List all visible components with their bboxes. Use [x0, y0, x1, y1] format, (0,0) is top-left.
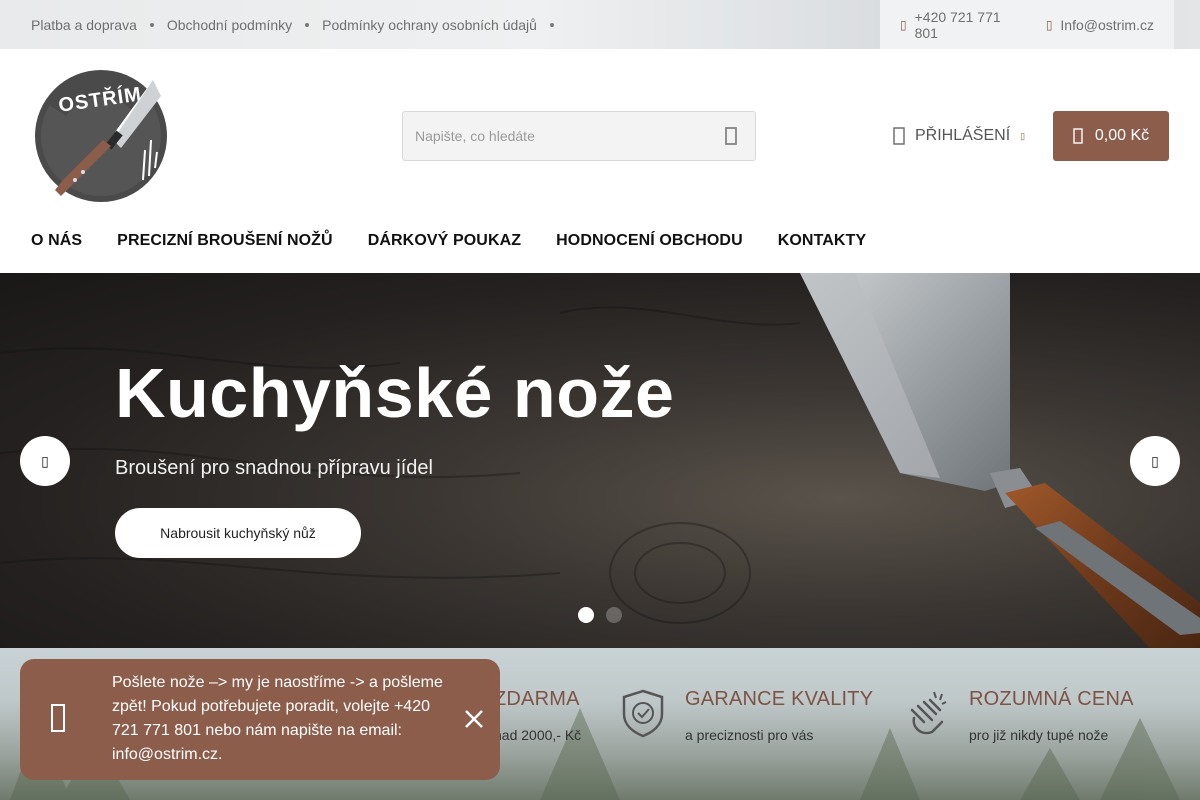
phone-number: +420 721 771 801 [914, 8, 1001, 41]
email-address: Info@ostrim.cz [1060, 16, 1154, 33]
nav-item-contacts[interactable]: KONTAKTY [778, 232, 867, 250]
shield-check-icon [622, 689, 664, 738]
benefit-price: ROZUMNÁ CENA pro již nikdy tupé nože [969, 688, 1134, 743]
benefit-free-shipping: ZDARMA nad 2000,- Kč [494, 688, 581, 743]
link-privacy[interactable]: Podmínky ochrany osobních údajů [322, 17, 537, 33]
benefit-title: ROZUMNÁ CENA [969, 688, 1134, 710]
user-icon [893, 127, 905, 145]
slider-next-button[interactable]: ▯ [1130, 436, 1180, 486]
link-terms[interactable]: Obchodní podmínky [167, 17, 292, 33]
slider-prev-button[interactable]: ▯ [20, 436, 70, 486]
benefit-subtitle: pro již nikdy tupé nože [969, 727, 1109, 743]
site-logo[interactable]: OSTŘÍM [33, 68, 169, 204]
nav-item-about[interactable]: O NÁS [31, 232, 82, 250]
cart-button[interactable]: 0,00 Kč [1053, 111, 1169, 161]
top-contact: ▯ +420 721 771 801 ▯ Info@ostrim.cz [880, 0, 1174, 49]
phone-icon: ▯ [900, 17, 907, 32]
separator-dot [549, 22, 554, 27]
login-button[interactable]: PŘIHLÁŠENÍ ▯ [893, 120, 1025, 152]
close-icon[interactable] [464, 709, 484, 729]
search-input[interactable] [403, 112, 703, 160]
cart-icon [1073, 128, 1083, 144]
benefit-quality: GARANCE KVALITY a preciznosti pro vás [685, 688, 873, 743]
main-nav: O NÁS PRECIZNÍ BROUŠENÍ NOŽŮ DÁRKOVÝ POU… [31, 232, 901, 250]
hero-slider: Kuchyňské nože Broušení pro snadnou příp… [0, 273, 1200, 648]
benefit-subtitle: nad 2000,- Kč [494, 727, 582, 743]
logo-image: OSTŘÍM [35, 70, 167, 202]
hand-icon [910, 691, 947, 735]
slider-dots [578, 607, 634, 623]
login-label: PŘIHLÁŠENÍ [915, 127, 1011, 144]
info-icon [51, 704, 65, 732]
notice-text: Pošlete nože –> my je naostříme -> a poš… [112, 674, 443, 763]
benefit-title: ZDARMA [494, 688, 580, 710]
link-payment-shipping[interactable]: Platba a doprava [31, 17, 137, 33]
hero-cta-button[interactable]: Nabrousit kuchyňský nůž [115, 508, 361, 558]
separator-dot [305, 22, 310, 27]
search-icon[interactable] [721, 126, 741, 146]
email-contact[interactable]: ▯ Info@ostrim.cz [1046, 17, 1154, 33]
separator-dot [149, 22, 154, 27]
slider-dot[interactable] [606, 607, 622, 623]
chevron-down-icon: ▯ [1020, 130, 1026, 141]
search-bar [402, 111, 756, 161]
benefit-subtitle: a preciznosti pro vás [685, 727, 814, 743]
top-bar: Platba a doprava Obchodní podmínky Podmí… [0, 0, 1200, 49]
cart-total: 0,00 Kč [1094, 127, 1150, 144]
hero-title: Kuchyňské nože [115, 354, 675, 432]
info-notice: Pošlete nože –> my je naostříme -> a poš… [20, 659, 500, 780]
benefit-title: GARANCE KVALITY [685, 688, 874, 710]
chevron-right-icon: ▯ [1151, 452, 1159, 469]
nav-item-sharpening[interactable]: PRECIZNÍ BROUŠENÍ NOŽŮ [117, 232, 333, 250]
top-links: Platba a doprava Obchodní podmínky Podmí… [31, 0, 567, 49]
phone-contact[interactable]: ▯ +420 721 771 801 [900, 9, 1026, 41]
nav-item-reviews[interactable]: HODNOCENÍ OBCHODU [556, 232, 743, 250]
slider-dot[interactable] [578, 607, 594, 623]
nav-item-gift-voucher[interactable]: DÁRKOVÝ POUKAZ [368, 232, 521, 250]
email-icon: ▯ [1045, 17, 1053, 32]
hero-subtitle: Broušení pro snadnou přípravu jídel [115, 457, 433, 479]
chevron-left-icon: ▯ [41, 452, 49, 469]
